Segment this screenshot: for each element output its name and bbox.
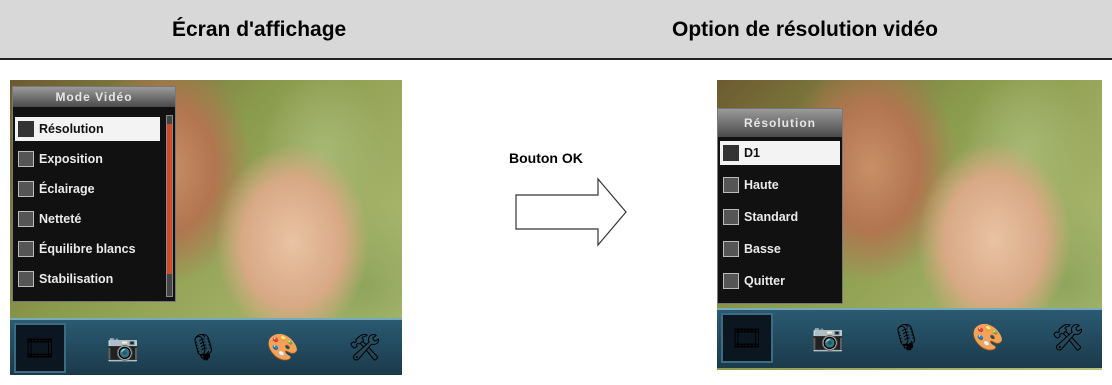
tools-icon: 🛠 (348, 331, 382, 362)
white-balance-icon (18, 241, 34, 257)
submenu-item-haute[interactable]: Haute (720, 173, 840, 197)
header-bar: Écran d'affichage Option de résolution v… (0, 0, 1112, 60)
tab-audio-mode[interactable]: 🎙 (180, 325, 226, 369)
exit-icon (723, 273, 739, 289)
menu-item-label: Netteté (39, 212, 82, 226)
camera-icon: 📷 (106, 331, 140, 362)
menu-item-exposition[interactable]: Exposition (15, 147, 160, 171)
submenu-item-d1[interactable]: D1 (720, 141, 840, 165)
resolution-icon (18, 121, 34, 137)
resolution-submenu: Résolution D1 Haute Standard Basse Quitt… (717, 108, 843, 304)
left-section-title: Écran d'affichage (172, 18, 347, 41)
sharpness-icon (18, 211, 34, 227)
tools-icon: 🛠 (1051, 321, 1085, 352)
submenu-item-label: D1 (744, 146, 760, 160)
tab-video-mode[interactable]: 🎞 (14, 323, 66, 373)
menu-title: Mode Vidéo (13, 87, 175, 107)
menu-item-nettete[interactable]: Netteté (15, 207, 160, 231)
tab-effects-mode[interactable]: 🎨 (260, 325, 306, 369)
submenu-item-quitter[interactable]: Quitter (720, 269, 840, 293)
menu-item-label: Exposition (39, 152, 103, 166)
microphone-icon: 🎙 (186, 331, 220, 362)
tab-camera-mode[interactable]: 📷 (805, 315, 851, 359)
submenu-item-label: Haute (744, 178, 779, 192)
menu-item-eclairage[interactable]: Éclairage (15, 177, 160, 201)
scrollbar-thumb[interactable] (167, 124, 172, 274)
tab-effects-mode[interactable]: 🎨 (965, 315, 1011, 359)
right-device-screen: Résolution D1 Haute Standard Basse Quitt… (717, 80, 1102, 370)
video-mode-menu: Mode Vidéo Résolution Exposition Éclaira… (12, 86, 176, 302)
microphone-icon: 🎙 (889, 321, 923, 352)
ok-button-label: Bouton OK (509, 150, 583, 166)
stabilisation-icon (18, 271, 34, 287)
menu-item-resolution[interactable]: Résolution (15, 117, 160, 141)
submenu-title: Résolution (718, 109, 842, 137)
menu-item-stabilisation[interactable]: Stabilisation (15, 267, 160, 291)
tab-audio-mode[interactable]: 🎙 (883, 315, 929, 359)
video-film-icon: 🎞 (730, 322, 764, 353)
d1-icon (723, 145, 739, 161)
tab-settings-mode[interactable]: 🛠 (342, 325, 388, 369)
mode-tab-bar: 🎞 📷 🎙 🎨 🛠 (10, 318, 402, 375)
tab-settings-mode[interactable]: 🛠 (1045, 315, 1091, 359)
right-arrow-icon (515, 177, 627, 247)
submenu-item-standard[interactable]: Standard (720, 205, 840, 229)
menu-item-label: Équilibre blancs (39, 242, 136, 256)
submenu-item-label: Standard (744, 210, 799, 224)
tab-video-mode[interactable]: 🎞 (721, 313, 773, 363)
standard-quality-icon (723, 209, 739, 225)
menu-scrollbar[interactable] (166, 115, 173, 297)
camera-icon: 📷 (811, 321, 845, 352)
submenu-item-label: Quitter (744, 274, 785, 288)
mode-tab-bar: 🎞 📷 🎙 🎨 🛠 (717, 308, 1102, 368)
menu-item-equilibre-blancs[interactable]: Équilibre blancs (15, 237, 160, 261)
video-film-icon: 🎞 (23, 332, 57, 363)
exposure-icon (18, 151, 34, 167)
submenu-item-label: Basse (744, 242, 781, 256)
menu-item-label: Éclairage (39, 182, 95, 196)
left-device-screen: Mode Vidéo Résolution Exposition Éclaira… (10, 80, 402, 375)
high-quality-icon (723, 177, 739, 193)
right-section-title: Option de résolution vidéo (672, 18, 939, 41)
menu-item-label: Résolution (39, 122, 104, 136)
low-quality-icon (723, 241, 739, 257)
menu-item-label: Stabilisation (39, 272, 114, 286)
tab-camera-mode[interactable]: 📷 (100, 325, 146, 369)
lighting-icon (18, 181, 34, 197)
submenu-item-basse[interactable]: Basse (720, 237, 840, 261)
palette-icon: 🎨 (266, 331, 300, 362)
palette-icon: 🎨 (971, 321, 1005, 352)
